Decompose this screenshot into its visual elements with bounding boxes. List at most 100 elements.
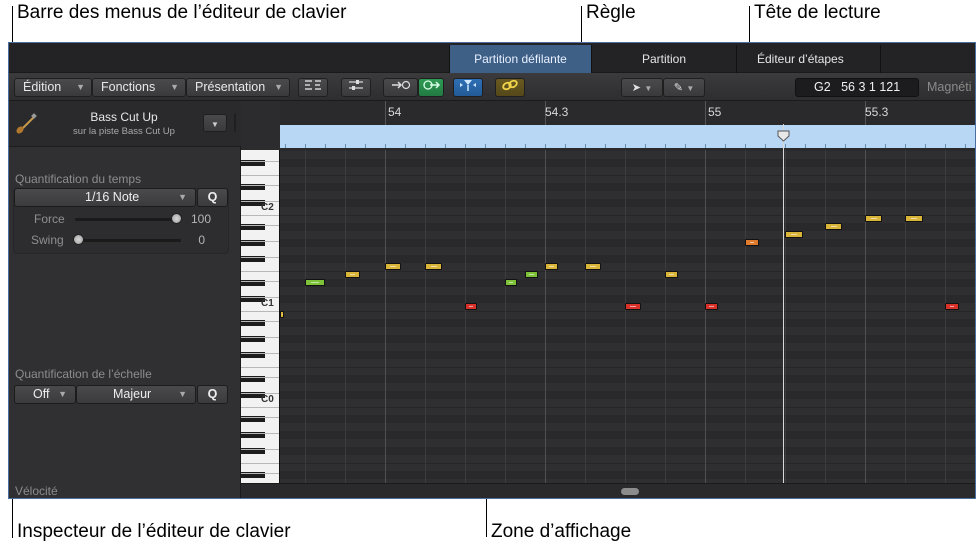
white-key-divider bbox=[241, 215, 279, 216]
ruler-tick bbox=[785, 144, 786, 148]
midi-note[interactable] bbox=[665, 271, 678, 278]
chevron-down-icon: ▼ bbox=[58, 389, 67, 399]
midi-note[interactable] bbox=[865, 215, 882, 222]
time-quantize-value: 1/16 Note bbox=[85, 190, 140, 204]
pointer-tool-menu[interactable]: ➤ ▼ bbox=[621, 78, 663, 97]
ruler-tick bbox=[365, 144, 366, 148]
white-key-divider bbox=[241, 473, 279, 474]
time-quantize-button[interactable]: Q bbox=[197, 188, 228, 207]
region-header: Bass Cut Up sur la piste Bass Cut Up ▼ bbox=[9, 101, 241, 147]
horizontal-scrollbar[interactable] bbox=[241, 483, 975, 498]
ruler-tick bbox=[405, 144, 406, 148]
ruler-bar-line bbox=[385, 101, 386, 125]
midi-out-button[interactable] bbox=[418, 78, 444, 97]
white-key-divider bbox=[241, 353, 279, 354]
midi-note[interactable] bbox=[280, 311, 284, 318]
key-label-c2: C2 bbox=[261, 202, 274, 213]
midi-note[interactable] bbox=[705, 303, 718, 310]
scale-type-select[interactable]: Majeur ▼ bbox=[76, 385, 196, 404]
pencil-tool-menu[interactable]: ✎ ▼ bbox=[663, 78, 705, 97]
piano-keyboard[interactable]: C2 C1 C0 bbox=[241, 150, 280, 483]
ruler-tick bbox=[765, 144, 766, 148]
white-key-divider bbox=[241, 281, 279, 282]
scrollbar-knob[interactable] bbox=[621, 488, 639, 495]
midi-note[interactable] bbox=[945, 303, 959, 310]
ruler-tick bbox=[745, 144, 746, 148]
tab-piano-roll[interactable]: Partition défilante bbox=[449, 45, 591, 73]
white-key-divider bbox=[241, 433, 279, 434]
scale-off-select[interactable]: Off ▼ bbox=[14, 385, 76, 404]
grid-beat-line bbox=[945, 150, 946, 483]
swing-value: 0 bbox=[198, 233, 205, 247]
ruler-bar-54-3: 54.3 bbox=[545, 105, 569, 119]
scale-quantize-button[interactable]: Q bbox=[197, 385, 228, 404]
midi-note[interactable] bbox=[825, 223, 842, 230]
callout-menu-bar: Barre des menus de l’éditeur de clavier bbox=[17, 2, 347, 23]
midi-note[interactable] bbox=[625, 303, 641, 310]
midi-in-button[interactable] bbox=[383, 78, 418, 97]
piano-roll-menu-bar: Édition ▼ Fonctions ▼ Présentation ▼ ➤ ▼… bbox=[9, 73, 975, 101]
ruler-tick bbox=[945, 144, 946, 148]
view-menu-label: Présentation bbox=[195, 80, 266, 94]
editor-tab-bar: Partition défilante Partition Éditeur d’… bbox=[9, 43, 975, 73]
ruler-tick bbox=[725, 144, 726, 148]
collapse-view-button[interactable] bbox=[298, 78, 328, 97]
strength-slider-knob[interactable] bbox=[171, 213, 182, 224]
ruler-tick bbox=[525, 144, 526, 148]
midi-note[interactable] bbox=[505, 279, 517, 286]
region-menu-button[interactable] bbox=[234, 113, 236, 132]
ruler-tick bbox=[845, 144, 846, 148]
ruler-tick bbox=[385, 144, 386, 148]
midi-in-icon bbox=[391, 80, 410, 90]
strength-slider-track[interactable] bbox=[75, 218, 181, 221]
swing-slider-track[interactable] bbox=[75, 239, 181, 242]
midi-note[interactable] bbox=[745, 239, 759, 246]
region-track: sur la piste Bass Cut Up bbox=[73, 126, 175, 137]
midi-note[interactable] bbox=[305, 279, 325, 286]
tab-score[interactable]: Partition bbox=[591, 45, 736, 73]
midi-note[interactable] bbox=[345, 271, 360, 278]
white-key-divider bbox=[241, 377, 279, 378]
midi-note[interactable] bbox=[545, 263, 558, 270]
midi-note[interactable] bbox=[585, 263, 601, 270]
white-key-divider bbox=[241, 337, 279, 338]
chevron-down-icon: ▼ bbox=[211, 120, 219, 129]
time-quantize-select[interactable]: 1/16 Note ▼ bbox=[14, 188, 196, 207]
ruler-bar-55: 55 bbox=[708, 105, 722, 119]
link-button[interactable] bbox=[495, 78, 525, 97]
tab-step-editor[interactable]: Éditeur d’étapes bbox=[736, 45, 881, 73]
ruler[interactable]: 54 54.3 55 55.3 bbox=[280, 101, 975, 150]
playhead-handle-icon[interactable] bbox=[777, 130, 790, 142]
midi-note[interactable] bbox=[785, 231, 803, 238]
ruler-tick bbox=[585, 144, 586, 148]
white-key-divider bbox=[241, 463, 279, 464]
chevron-down-icon: ▼ bbox=[644, 84, 653, 93]
edit-menu[interactable]: Édition ▼ bbox=[14, 78, 92, 97]
ruler-tick bbox=[545, 144, 546, 148]
ruler-tick bbox=[905, 144, 906, 148]
key-label-c1: C1 bbox=[261, 298, 274, 309]
white-key-divider bbox=[241, 449, 279, 450]
midi-note[interactable] bbox=[905, 215, 923, 222]
midi-note[interactable] bbox=[425, 263, 442, 270]
chevron-down-icon: ▼ bbox=[178, 389, 187, 399]
ruler-tick bbox=[345, 144, 346, 148]
piano-roll-inspector: Bass Cut Up sur la piste Bass Cut Up ▼ Q… bbox=[9, 101, 241, 498]
display-area[interactable] bbox=[280, 150, 975, 483]
ruler-tick bbox=[965, 144, 966, 148]
playhead-line bbox=[783, 124, 784, 483]
view-menu[interactable]: Présentation ▼ bbox=[186, 78, 290, 97]
ruler-tick bbox=[865, 144, 866, 148]
midi-note[interactable] bbox=[385, 263, 401, 270]
grid-beat-line bbox=[465, 150, 466, 483]
catch-playhead-button[interactable] bbox=[453, 78, 483, 97]
functions-menu[interactable]: Fonctions ▼ bbox=[92, 78, 186, 97]
region-dropdown-button[interactable]: ▼ bbox=[203, 114, 227, 132]
midi-note[interactable] bbox=[525, 271, 538, 278]
swing-slider-knob[interactable] bbox=[73, 234, 84, 245]
cycle-area[interactable] bbox=[280, 125, 975, 148]
ruler-tick bbox=[445, 144, 446, 148]
midi-note[interactable] bbox=[465, 303, 477, 310]
scale-quantize-label: Quantification de l’échelle bbox=[15, 367, 152, 381]
mixer-view-button[interactable] bbox=[341, 78, 371, 97]
